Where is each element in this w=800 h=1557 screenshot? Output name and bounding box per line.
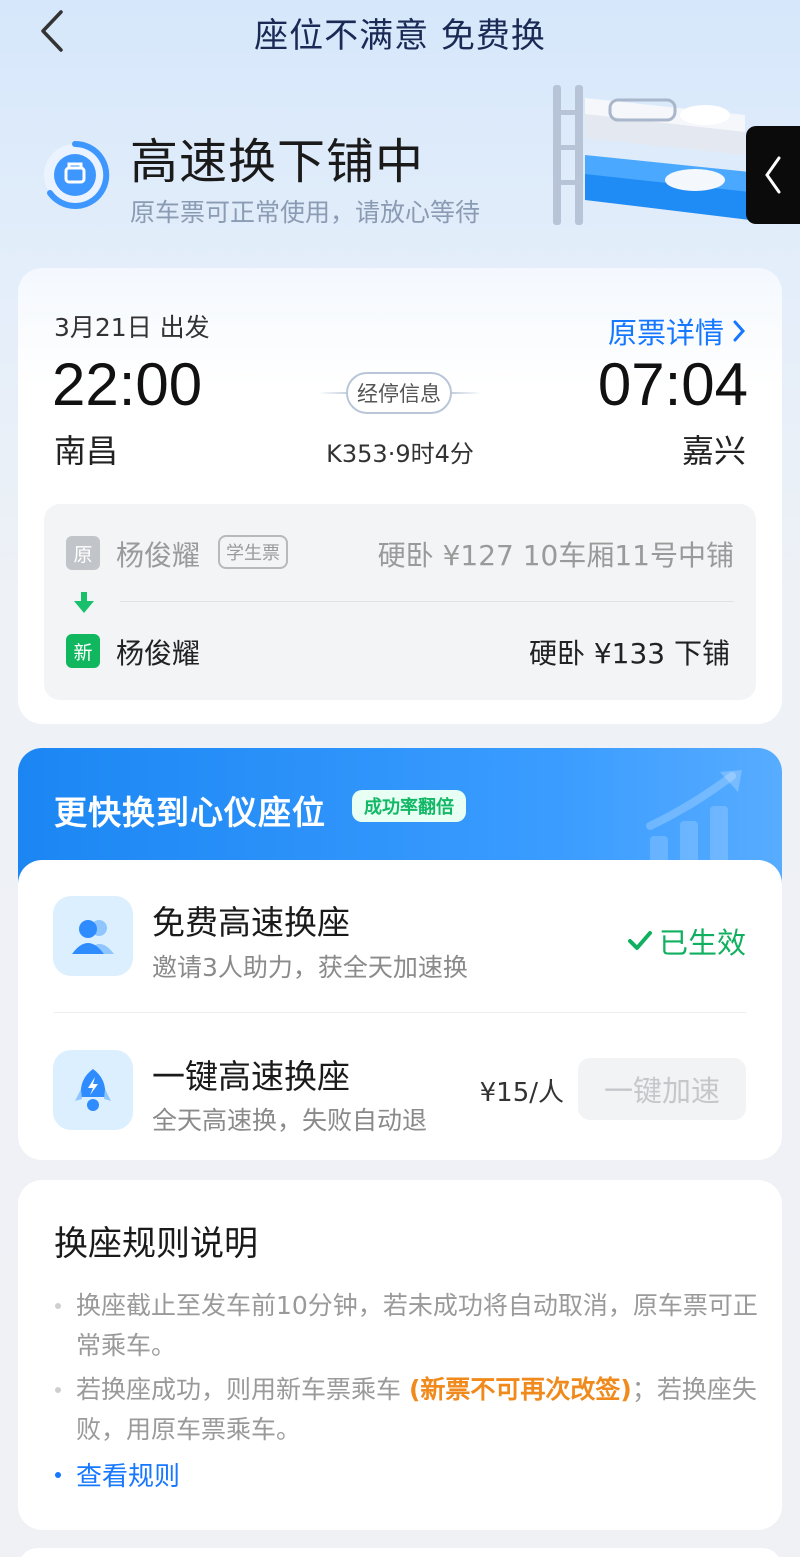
side-drawer-tab[interactable] xyxy=(746,126,800,224)
seat-status-icon xyxy=(40,140,110,210)
rule-item: 换座截止至发车前10分钟，若未成功将自动取消，原车票可正常乘车。 xyxy=(55,1286,776,1366)
paid-speed-title: 一键高速换座 xyxy=(152,1057,350,1096)
success-rate-badge: 成功率翻倍 xyxy=(352,790,466,822)
speed-banner-title: 更快换到心仪座位 xyxy=(54,793,326,832)
chevron-left-icon xyxy=(765,156,781,194)
nav-bar: 座位不满意 免费换 xyxy=(0,0,800,62)
checkmark-icon xyxy=(627,931,652,950)
next-card-edge xyxy=(18,1548,782,1557)
new-passenger-name: 杨俊耀 xyxy=(116,637,201,670)
speed-price: ¥15/人 xyxy=(479,1078,564,1108)
departure-time: 22:00 xyxy=(52,351,203,418)
new-tag: 新 xyxy=(66,634,100,668)
status-title: 高速换下铺中 xyxy=(130,134,425,190)
rules-card: 换座规则说明 换座截止至发车前10分钟，若未成功将自动取消，原车票可正常乘车。 … xyxy=(18,1180,782,1530)
view-rules-link[interactable]: 查看规则 xyxy=(54,1456,180,1493)
divider xyxy=(54,1012,746,1013)
student-ticket-badge: 学生票 xyxy=(218,535,288,569)
passenger-change-box: 原 杨俊耀 学生票 硬卧 ¥127 10车厢11号中铺 新 杨俊耀 硬卧 ¥13… xyxy=(44,504,756,700)
chevron-right-icon xyxy=(733,320,746,342)
original-ticket-link[interactable]: 原票详情 xyxy=(608,310,746,352)
rule-item: 若换座成功，则用新车票乘车 (新票不可再次改签)；若换座失败，用原车票乘车。 xyxy=(55,1370,776,1450)
divider xyxy=(120,601,734,602)
bunk-bed-illustration xyxy=(545,80,755,240)
original-ticket-link-label: 原票详情 xyxy=(607,316,724,350)
effective-status: 已生效 xyxy=(627,920,746,962)
one-click-boost-button[interactable]: 一键加速 xyxy=(578,1058,746,1120)
original-seat-info: 硬卧 ¥127 10车厢11号中铺 xyxy=(377,539,734,572)
rocket-icon xyxy=(53,1050,133,1130)
original-passenger-name: 杨俊耀 xyxy=(116,539,201,572)
free-speed-subtitle: 邀请3人助力，获全天加速换 xyxy=(152,953,468,982)
rule-text: 若换座成功，则用新车票乘车 xyxy=(76,1375,409,1404)
growth-chart-icon xyxy=(646,770,742,866)
speed-options-card: 免费高速换座 邀请3人助力，获全天加速换 已生效 一键高速换座 全天高速换，失败… xyxy=(18,860,782,1160)
original-tag: 原 xyxy=(66,536,100,570)
page-title: 座位不满意 免费换 xyxy=(254,16,546,56)
stops-info-group: 经停信息 xyxy=(318,370,482,416)
arrival-time: 07:04 xyxy=(597,351,748,418)
departure-date: 3月21日 出发 xyxy=(54,313,210,342)
new-seat-info: 硬卧 ¥133 下铺 xyxy=(528,637,730,670)
effective-status-label: 已生效 xyxy=(658,926,746,960)
trip-card: 3月21日 出发 原票详情 22:00 07:04 南昌 嘉兴 经停信息 K35… xyxy=(18,268,782,724)
arrow-down-icon xyxy=(74,592,94,613)
paid-speed-subtitle: 全天高速换，失败自动退 xyxy=(152,1106,428,1135)
group-users-icon xyxy=(53,896,133,976)
rule-warning: (新票不可再次改签) xyxy=(408,1375,632,1404)
free-speed-title: 免费高速换座 xyxy=(152,903,350,942)
train-info: K353·9时4分 xyxy=(326,440,474,468)
stops-info-button[interactable]: 经停信息 xyxy=(346,372,452,414)
status-subtitle: 原车票可正常使用，请放心等待 xyxy=(130,198,481,227)
rules-title: 换座规则说明 xyxy=(54,1224,258,1264)
